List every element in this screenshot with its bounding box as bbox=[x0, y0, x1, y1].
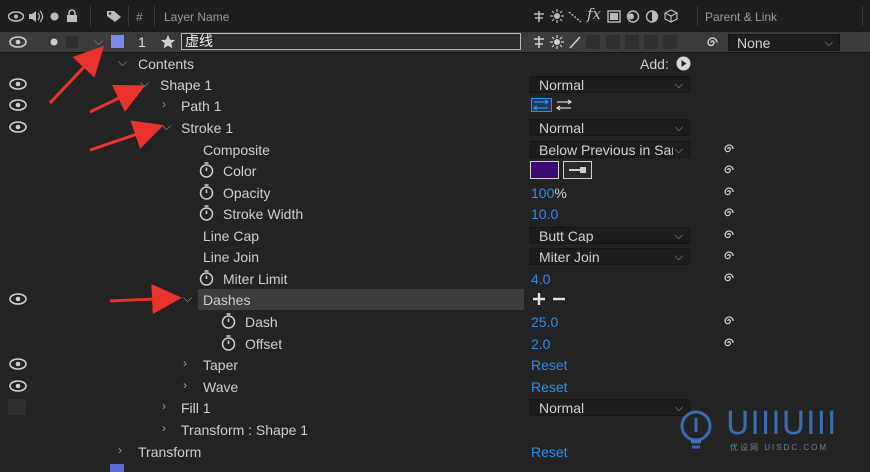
watermark-logo-text: UIIIUIII bbox=[726, 404, 838, 442]
watermark-logo: UIIIUIII 优设网 UISDC.COM bbox=[676, 404, 861, 461]
red-annotation-arrows bbox=[48, 45, 182, 315]
watermark-sub-text: 优设网 UISDC.COM bbox=[730, 443, 828, 452]
